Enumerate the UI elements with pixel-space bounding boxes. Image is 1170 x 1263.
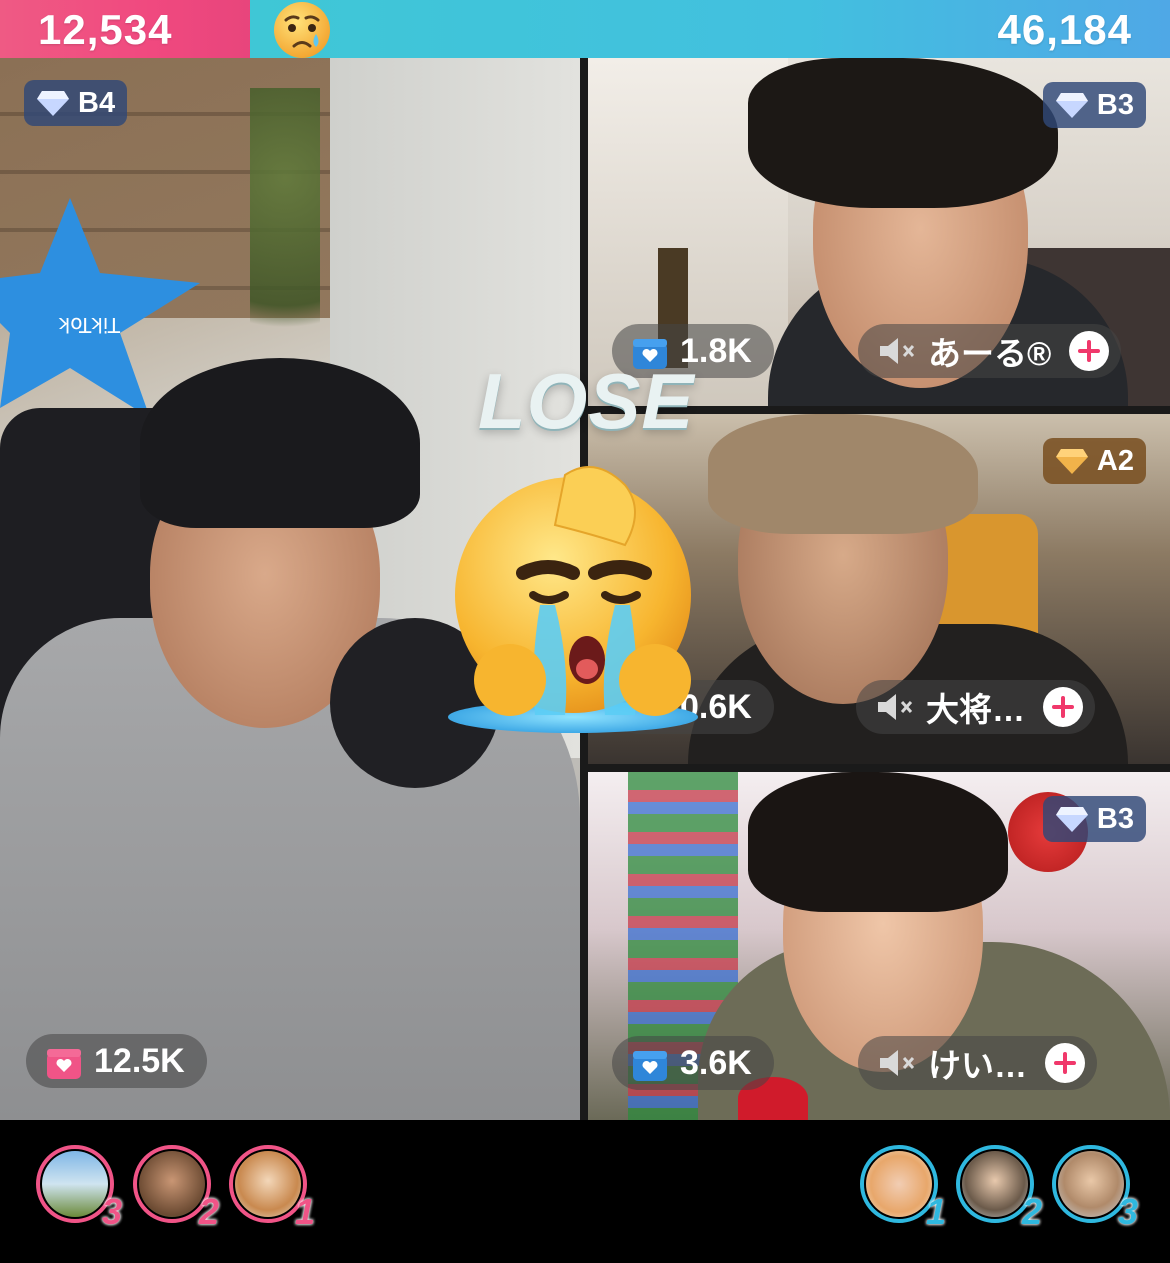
- guest3-gift-count-label: 3.6K: [680, 1043, 752, 1082]
- follow-button[interactable]: [1043, 687, 1083, 727]
- supporter-rank: 1: [925, 1191, 946, 1232]
- battle-score-bar: 12,534 46,184: [0, 0, 1170, 58]
- plus-icon: [1054, 1052, 1076, 1074]
- avatar: [42, 1151, 108, 1217]
- right-supporter-avatar[interactable]: 2: [956, 1145, 1042, 1232]
- guest1-name: あーる®: [928, 335, 1052, 372]
- guest3-name-pill[interactable]: けい…: [858, 1036, 1097, 1090]
- muted-speaker-icon: [876, 691, 916, 723]
- left-supporter-avatar[interactable]: 1: [229, 1145, 315, 1232]
- guest1-rank-badge: B3: [1042, 82, 1146, 128]
- host-gift-count-label: 12.5K: [94, 1041, 185, 1080]
- muted-speaker-icon: [878, 335, 918, 367]
- guest2-hair: [708, 414, 978, 534]
- right-supporter-avatar[interactable]: 3: [1052, 1145, 1138, 1232]
- guest3-rank-label: B3: [1096, 802, 1134, 835]
- left-supporter-avatar[interactable]: 3: [36, 1145, 122, 1232]
- guest3-gift-count[interactable]: 3.6K: [612, 1036, 774, 1090]
- guest3-rank-badge: B3: [1042, 796, 1146, 842]
- battle-result-label: LOSE: [478, 357, 695, 445]
- guest2-name: 大将…: [926, 691, 1025, 728]
- svg-text:TikTok: TikTok: [58, 313, 121, 337]
- diamond-icon: [37, 91, 69, 116]
- left-team-score: 12,534: [38, 6, 173, 53]
- diamond-icon: [1055, 93, 1088, 118]
- avatar: [962, 1151, 1028, 1217]
- plus-icon: [1052, 696, 1074, 718]
- supporter-rank: 2: [1021, 1191, 1042, 1232]
- avatar: [866, 1151, 932, 1217]
- diamond-icon: [1055, 807, 1088, 832]
- guest2-name-pill[interactable]: 大将…: [856, 680, 1095, 734]
- guest3-hair: [748, 772, 1008, 912]
- sad-tear-face-icon: [274, 2, 330, 58]
- diamond-icon: [1055, 449, 1088, 474]
- supporter-rank: 1: [294, 1191, 315, 1232]
- host-rank-label: B4: [78, 86, 116, 119]
- supporter-rank: 2: [198, 1191, 219, 1232]
- muted-speaker-icon: [878, 1047, 918, 1079]
- avatar: [235, 1151, 301, 1217]
- right-supporter-avatar[interactable]: 1: [860, 1145, 946, 1232]
- host-rank-badge: B4: [24, 80, 128, 126]
- avatar: [139, 1151, 205, 1217]
- supporter-rank: 3: [1117, 1191, 1138, 1232]
- supporter-rank: 3: [101, 1191, 122, 1232]
- plus-icon: [1078, 340, 1101, 362]
- hanging-plant-decor: [250, 88, 320, 388]
- guest1-rank-label: B3: [1096, 88, 1134, 121]
- crying-face-icon: [448, 466, 698, 733]
- guest2-rank-label: A2: [1096, 444, 1134, 477]
- avatar: [1058, 1151, 1124, 1217]
- guest-video-panel-1[interactable]: B3 1.8K あーる®: [588, 58, 1170, 406]
- gift-box-icon: [47, 1049, 81, 1079]
- guest3-name: けい…: [928, 1047, 1027, 1084]
- right-team-score: 46,184: [997, 6, 1132, 53]
- host-gift-count[interactable]: 12.5K: [26, 1034, 207, 1088]
- guest-video-panel-3[interactable]: B3 3.6K けい…: [588, 772, 1170, 1120]
- guest2-rank-badge: A2: [1042, 438, 1146, 484]
- host-cap: [140, 358, 420, 528]
- panel-divider: [588, 764, 1170, 772]
- gift-box-icon: [633, 1051, 667, 1081]
- follow-button[interactable]: [1045, 1043, 1085, 1083]
- left-supporter-avatar[interactable]: 2: [133, 1145, 219, 1232]
- guest1-name-pill[interactable]: あーる®: [858, 324, 1122, 378]
- guest1-hair: [748, 58, 1058, 208]
- follow-button[interactable]: [1069, 331, 1110, 371]
